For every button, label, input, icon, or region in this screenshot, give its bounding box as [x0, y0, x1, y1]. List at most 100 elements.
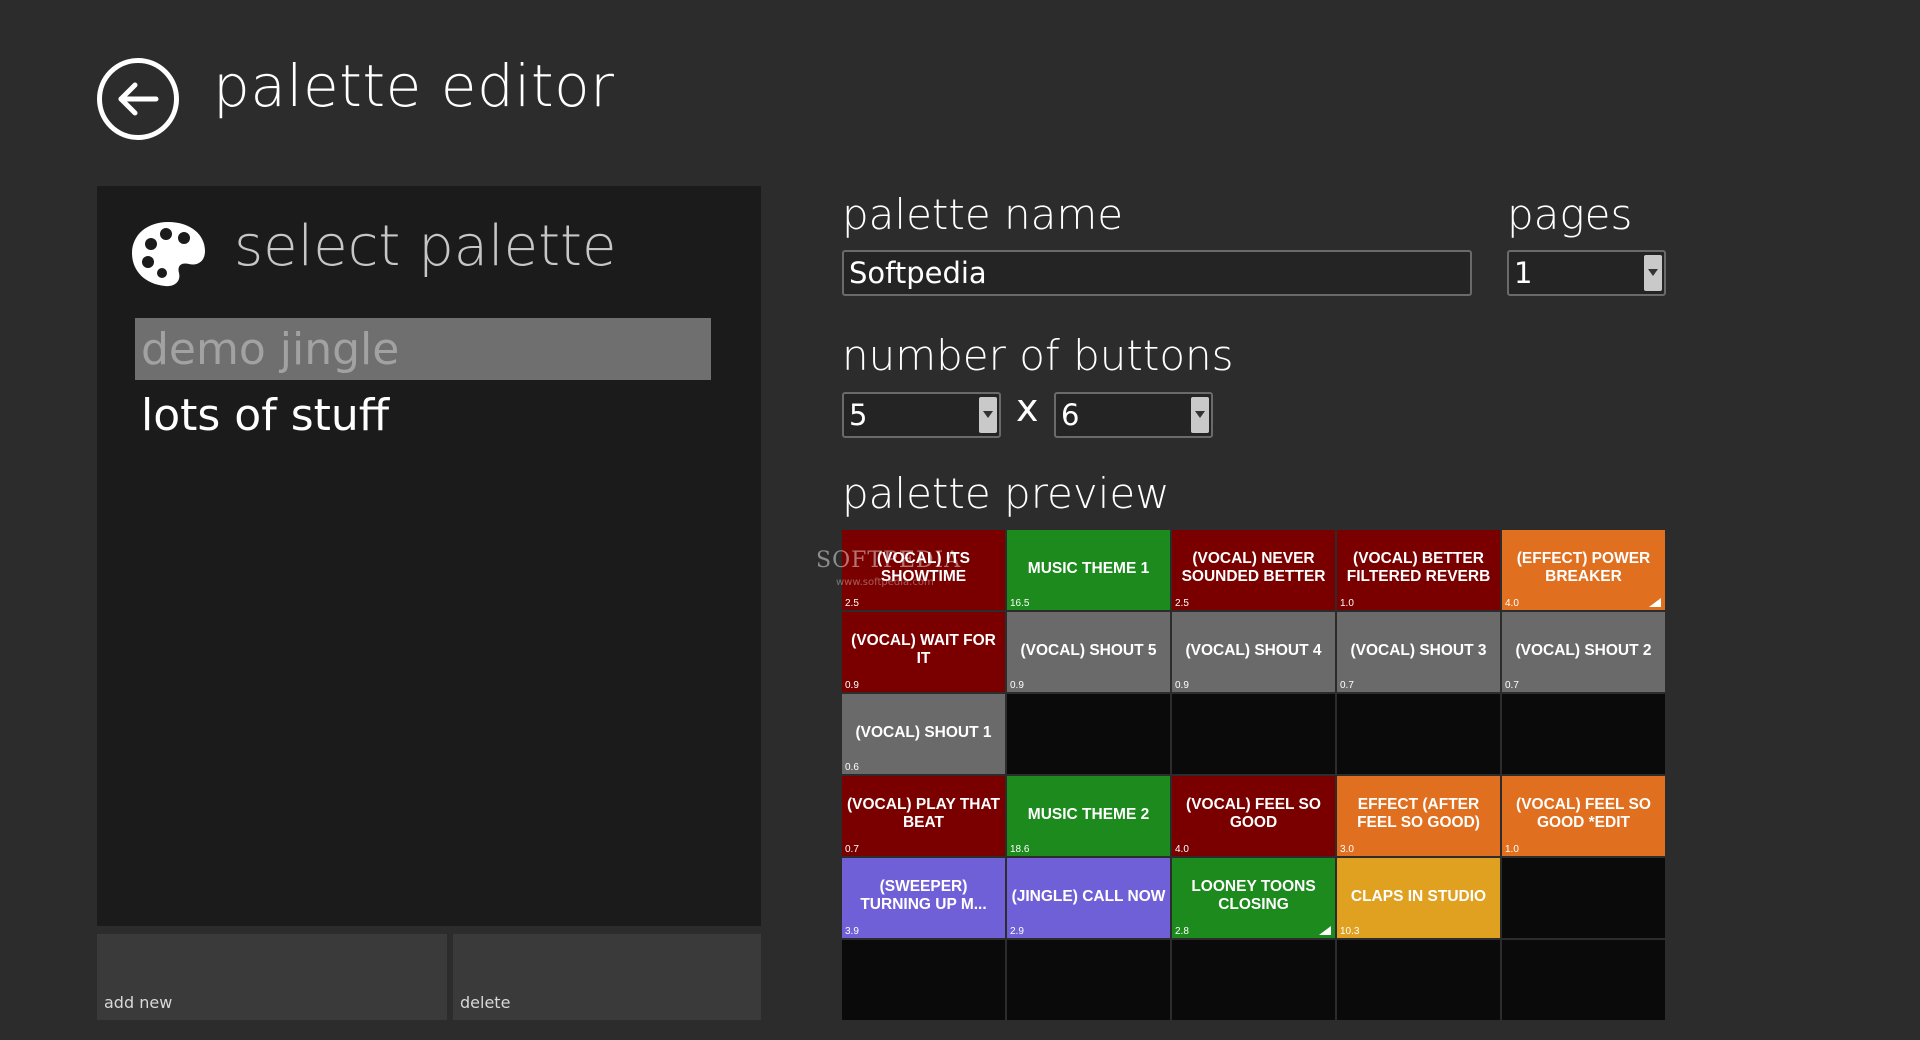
- back-arrow-icon: [118, 82, 159, 116]
- palette-button-duration: 3.9: [845, 926, 859, 937]
- empty-slot[interactable]: [1007, 694, 1170, 774]
- palette-button[interactable]: (VOCAL) ITS SHOWTIME 2.5: [842, 530, 1005, 610]
- palette-select-panel: select palette demo jingle lots of stuff: [97, 186, 761, 926]
- rows-dropdown-arrow[interactable]: [979, 397, 997, 433]
- palette-button[interactable]: (VOCAL) SHOUT 1 0.6: [842, 694, 1005, 774]
- palette-button-duration: 0.9: [845, 680, 859, 691]
- palette-button-label: (VOCAL) ITS SHOWTIME: [877, 550, 970, 586]
- palette-button-duration: 2.8: [1175, 926, 1189, 937]
- palette-button[interactable]: (JINGLE) CALL NOW 2.9: [1007, 858, 1170, 938]
- palette-button[interactable]: (VOCAL) SHOUT 3 0.7: [1337, 612, 1500, 692]
- delete-label: delete: [460, 993, 511, 1012]
- palette-button-label: LOONEY TOONS CLOSING: [1191, 878, 1316, 914]
- cols-value: 6: [1061, 398, 1080, 432]
- palette-button-label: (VOCAL) NEVER SOUNDED BETTER: [1181, 550, 1326, 586]
- palette-button-label: (JINGLE) CALL NOW: [1011, 888, 1166, 906]
- palette-button-label: EFFECT (AFTER FEEL SO GOOD): [1357, 796, 1480, 832]
- empty-slot[interactable]: [1502, 940, 1665, 1020]
- empty-slot[interactable]: [1007, 940, 1170, 1020]
- palette-button-label: (VOCAL) WAIT FOR IT: [851, 632, 996, 668]
- corner-marker-icon: [1319, 926, 1331, 935]
- empty-slot[interactable]: [1337, 940, 1500, 1020]
- empty-slot[interactable]: [1172, 940, 1335, 1020]
- palette-button-label: MUSIC THEME 1: [1027, 560, 1150, 578]
- palette-item-lots-of-stuff[interactable]: lots of stuff: [135, 384, 711, 446]
- palette-button-duration: 2.5: [845, 598, 859, 609]
- palette-button-duration: 2.5: [1175, 598, 1189, 609]
- palette-button[interactable]: (VOCAL) SHOUT 5 0.9: [1007, 612, 1170, 692]
- palette-button-label: (VOCAL) SHOUT 1: [855, 724, 992, 742]
- palette-button-label: (VOCAL) FEEL SO GOOD *EDIT: [1516, 796, 1651, 832]
- palette-button[interactable]: (VOCAL) SHOUT 4 0.9: [1172, 612, 1335, 692]
- number-of-buttons-label: number of buttons: [842, 331, 1234, 380]
- empty-slot[interactable]: [842, 940, 1005, 1020]
- cols-dropdown-arrow[interactable]: [1191, 397, 1209, 433]
- pages-dropdown-arrow[interactable]: [1644, 255, 1662, 291]
- dimension-separator: x: [1016, 386, 1039, 430]
- palette-button-label: (SWEEPER) TURNING UP M...: [860, 878, 987, 914]
- empty-slot[interactable]: [1502, 858, 1665, 938]
- palette-button-duration: 2.9: [1010, 926, 1024, 937]
- chevron-down-icon: [1648, 269, 1658, 276]
- palette-button-duration: 0.7: [845, 844, 859, 855]
- palette-button-duration: 1.0: [1505, 844, 1519, 855]
- pages-value: 1: [1514, 256, 1533, 290]
- palette-button-label: (EFFECT) POWER BREAKER: [1516, 550, 1651, 586]
- palette-button-duration: 4.0: [1505, 598, 1519, 609]
- palette-list: demo jingle lots of stuff: [135, 318, 711, 450]
- palette-button[interactable]: (VOCAL) BETTER FILTERED REVERB 1.0: [1337, 530, 1500, 610]
- palette-button-label: (VOCAL) SHOUT 5: [1020, 642, 1157, 660]
- palette-button[interactable]: (EFFECT) POWER BREAKER 4.0: [1502, 530, 1665, 610]
- corner-marker-icon: [1649, 598, 1661, 607]
- palette-item-demo-jingle[interactable]: demo jingle: [135, 318, 711, 380]
- palette-button[interactable]: EFFECT (AFTER FEEL SO GOOD) 3.0: [1337, 776, 1500, 856]
- palette-icon: [132, 222, 205, 287]
- palette-button-label: (VOCAL) SHOUT 3: [1350, 642, 1487, 660]
- cols-select[interactable]: 6: [1054, 392, 1213, 438]
- palette-button[interactable]: CLAPS IN STUDIO 10.3: [1337, 858, 1500, 938]
- rows-select[interactable]: 5: [842, 392, 1001, 438]
- palette-button-label: (VOCAL) SHOUT 2: [1515, 642, 1652, 660]
- palette-button[interactable]: (VOCAL) SHOUT 2 0.7: [1502, 612, 1665, 692]
- back-button[interactable]: [97, 58, 179, 140]
- empty-slot[interactable]: [1502, 694, 1665, 774]
- palette-button[interactable]: LOONEY TOONS CLOSING 2.8: [1172, 858, 1335, 938]
- palette-button[interactable]: MUSIC THEME 2 18.6: [1007, 776, 1170, 856]
- palette-button-duration: 10.3: [1340, 926, 1360, 937]
- palette-button[interactable]: (VOCAL) NEVER SOUNDED BETTER 2.5: [1172, 530, 1335, 610]
- add-new-button[interactable]: add new: [97, 934, 447, 1020]
- empty-slot[interactable]: [1337, 694, 1500, 774]
- palette-preview-grid: (VOCAL) ITS SHOWTIME 2.5 MUSIC THEME 1 16.5…: [842, 530, 1665, 1020]
- palette-button[interactable]: (VOCAL) PLAY THAT BEAT 0.7: [842, 776, 1005, 856]
- palette-button[interactable]: (VOCAL) FEEL SO GOOD *EDIT 1.0: [1502, 776, 1665, 856]
- palette-button[interactable]: MUSIC THEME 1 16.5: [1007, 530, 1170, 610]
- palette-button-duration: 3.0: [1340, 844, 1354, 855]
- palette-button-duration: 0.7: [1340, 680, 1354, 691]
- palette-button-label: MUSIC THEME 2: [1027, 806, 1150, 824]
- palette-button-duration: 4.0: [1175, 844, 1189, 855]
- page-title: palette editor: [213, 52, 615, 120]
- chevron-down-icon: [1195, 411, 1205, 418]
- palette-button-duration: 16.5: [1010, 598, 1030, 609]
- palette-button-duration: 0.9: [1175, 680, 1189, 691]
- delete-button[interactable]: delete: [453, 934, 761, 1020]
- empty-slot[interactable]: [1172, 694, 1335, 774]
- palette-button[interactable]: (VOCAL) FEEL SO GOOD 4.0: [1172, 776, 1335, 856]
- palette-button-duration: 0.7: [1505, 680, 1519, 691]
- palette-button[interactable]: (SWEEPER) TURNING UP M... 3.9: [842, 858, 1005, 938]
- palette-name-label: palette name: [842, 190, 1124, 239]
- palette-button-label: (VOCAL) FEEL SO GOOD: [1186, 796, 1321, 832]
- rows-value: 5: [849, 398, 868, 432]
- palette-button-duration: 18.6: [1010, 844, 1030, 855]
- palette-name-input[interactable]: [842, 250, 1472, 296]
- palette-button-label: (VOCAL) BETTER FILTERED REVERB: [1346, 550, 1491, 586]
- palette-button[interactable]: (VOCAL) WAIT FOR IT 0.9: [842, 612, 1005, 692]
- palette-preview-label: palette preview: [842, 469, 1170, 518]
- palette-button-duration: 0.6: [845, 762, 859, 773]
- palette-button-label: (VOCAL) SHOUT 4: [1185, 642, 1322, 660]
- select-palette-heading: select palette: [234, 214, 617, 279]
- palette-button-duration: 1.0: [1340, 598, 1354, 609]
- palette-button-duration: 0.9: [1010, 680, 1024, 691]
- palette-button-label: (VOCAL) PLAY THAT BEAT: [847, 796, 1000, 832]
- pages-select[interactable]: 1: [1507, 250, 1666, 296]
